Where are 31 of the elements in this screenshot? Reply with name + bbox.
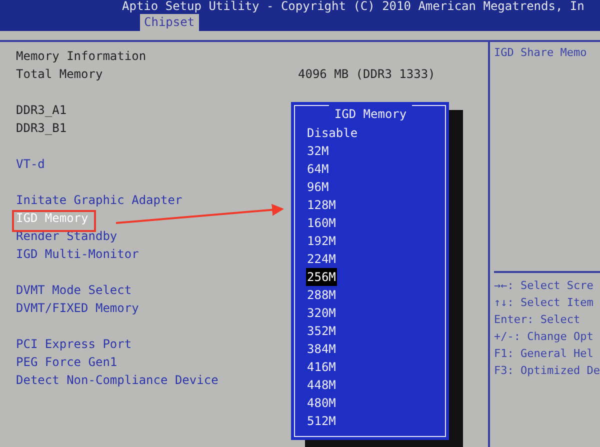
option-item[interactable]: 288M [306, 286, 337, 304]
option-item[interactable]: 224M [306, 250, 337, 268]
option-item[interactable]: 416M [306, 358, 337, 376]
info-label: Total Memory [16, 66, 104, 83]
key-hint: →←: Select Scre [494, 278, 594, 294]
option-item[interactable]: 128M [306, 196, 337, 214]
option-item[interactable]: 96M [306, 178, 330, 196]
info-label: DDR3_B1 [16, 120, 68, 137]
option-item[interactable]: 384M [306, 340, 337, 358]
menu-tab[interactable]: Chipset [140, 14, 199, 31]
info-value: 4096 MB (DDR3 1333) [298, 66, 436, 83]
key-hint: F1: General Hel [494, 346, 594, 362]
option-item[interactable]: 160M [306, 214, 337, 232]
option-item[interactable]: 192M [306, 232, 337, 250]
help-text: IGD Share Memo [494, 46, 588, 59]
option-item[interactable]: 480M [306, 394, 337, 412]
key-hint: Enter: Select [494, 312, 582, 328]
key-hint: F3: Optimized De [494, 363, 600, 379]
key-hint: +/-: Change Opt [494, 329, 594, 345]
option-item[interactable]: 512M [306, 412, 337, 430]
info-label: DDR3_A1 [16, 102, 68, 119]
option-item[interactable]: 64M [306, 160, 330, 178]
option-item[interactable]: 32M [306, 142, 330, 160]
option-item[interactable]: 256M [306, 268, 337, 286]
option-item[interactable]: Disable [306, 124, 359, 142]
option-item[interactable]: 320M [306, 304, 337, 322]
option-item[interactable]: 352M [306, 322, 337, 340]
info-label: Memory Information [16, 48, 148, 65]
option-item[interactable]: 448M [306, 376, 337, 394]
window-title: Aptio Setup Utility - Copyright (C) 2010 American Megatrends, In [121, 0, 586, 13]
key-hint: ↑↓: Select Item [494, 295, 594, 311]
